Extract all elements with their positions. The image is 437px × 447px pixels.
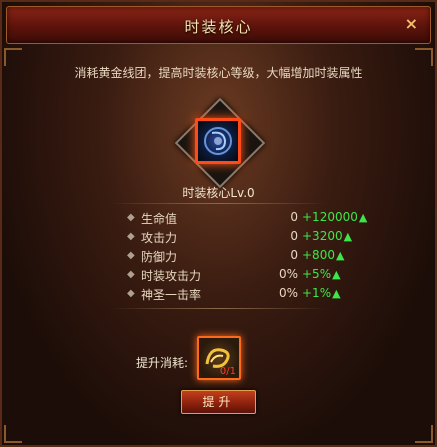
diamond-bullet-icon: ◆ <box>127 288 135 299</box>
stat-name: 攻击力 <box>141 231 178 245</box>
stat-name: 生命值 <box>141 212 178 226</box>
up-arrow-icon: ▲ <box>332 268 341 281</box>
close-button[interactable]: × <box>405 14 418 33</box>
stat-current: 0 <box>290 210 298 224</box>
up-arrow-icon: ▲ <box>332 287 341 300</box>
stat-row-holy-strike: ◆ 神圣一击率 0% +1%▲ <box>0 286 437 303</box>
stat-current: 0 <box>290 229 298 243</box>
stat-current: 0% <box>278 286 298 300</box>
stat-current: 0% <box>278 267 298 281</box>
diamond-bullet-icon: ◆ <box>127 212 135 223</box>
stat-current: 0 <box>290 248 298 262</box>
stat-increase: +120000▲ <box>302 210 368 224</box>
stat-row-defense: ◆ 防御力 0 +800▲ <box>0 248 437 265</box>
blue-orb-icon <box>204 127 232 155</box>
stat-name: 防御力 <box>141 250 178 264</box>
stat-increase: +1%▲ <box>302 286 341 300</box>
diamond-bullet-icon: ◆ <box>127 269 135 280</box>
corner-ornament-br <box>415 425 433 443</box>
stat-increase: +5%▲ <box>302 267 341 281</box>
core-level-label: 时装核心Lv.0 <box>182 186 255 200</box>
corner-ornament-bl <box>4 425 22 443</box>
stat-increase: +800▲ <box>302 248 345 262</box>
dialog-title: 时装核心 <box>184 18 253 36</box>
cost-label: 提升消耗: <box>136 356 189 370</box>
stat-name: 时装攻击力 <box>141 269 202 283</box>
upgrade-button[interactable]: 提升 <box>181 390 256 414</box>
stat-row-hp: ◆ 生命值 0 +120000▲ <box>0 210 437 227</box>
stat-row-attack: ◆ 攻击力 0 +3200▲ <box>0 229 437 246</box>
item-count: 0/1 <box>219 366 236 377</box>
up-arrow-icon: ▲ <box>358 211 368 224</box>
divider-bottom <box>110 308 327 309</box>
diamond-bullet-icon: ◆ <box>127 250 135 261</box>
fashion-core-icon[interactable] <box>195 118 241 164</box>
stat-increase: +3200▲ <box>302 229 353 243</box>
stat-name: 神圣一击率 <box>141 288 202 302</box>
stat-row-fashion-attack: ◆ 时装攻击力 0% +5%▲ <box>0 267 437 284</box>
diamond-bullet-icon: ◆ <box>127 231 135 242</box>
divider-top <box>110 203 327 204</box>
description-text: 消耗黄金线团，提高时装核心等级，大幅增加时装属性 <box>74 66 363 80</box>
title-bar: 时装核心 × <box>6 6 431 44</box>
up-arrow-icon: ▲ <box>343 230 353 243</box>
up-arrow-icon: ▲ <box>335 249 345 262</box>
cost-item-slot[interactable]: 0/1 <box>197 336 241 380</box>
